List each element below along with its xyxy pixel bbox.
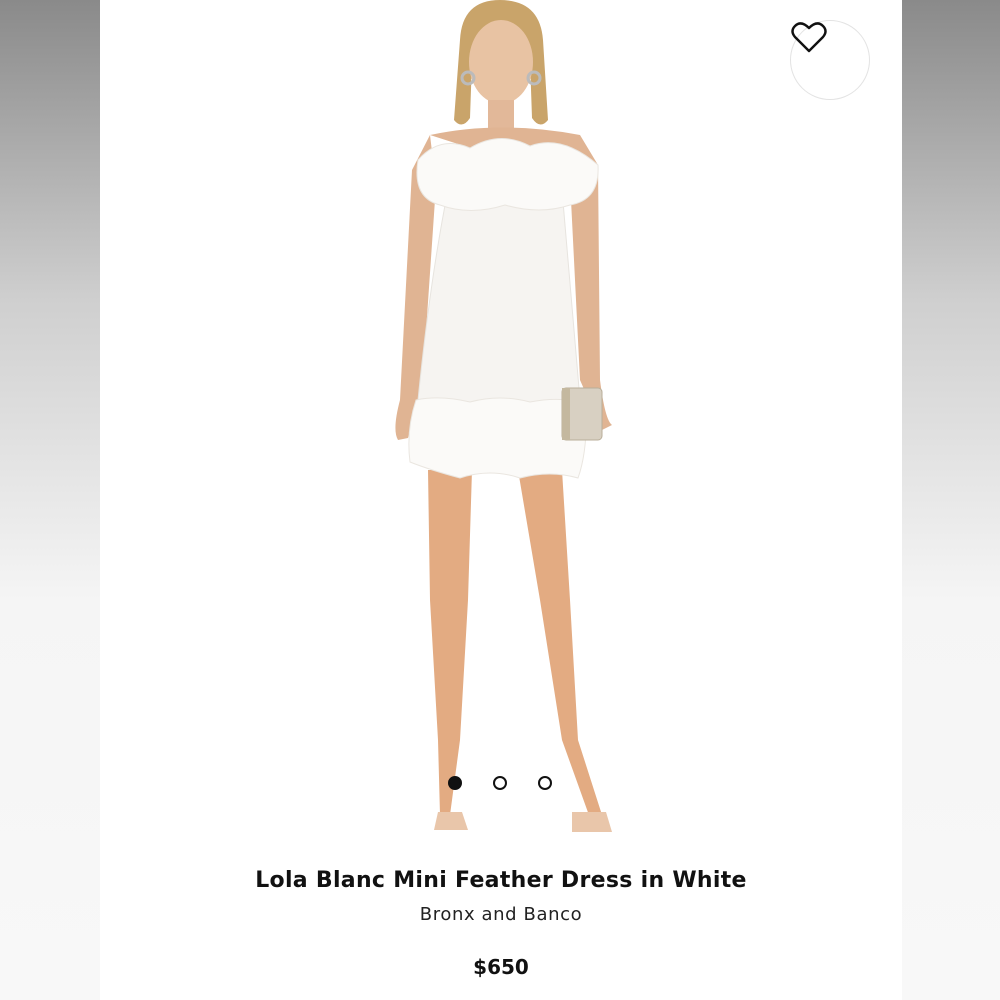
left-backdrop: [0, 0, 100, 1000]
product-image[interactable]: [100, 0, 902, 855]
product-card: Lola Blanc Mini Feather Dress in White B…: [100, 0, 902, 1000]
carousel-dot-3[interactable]: [538, 776, 552, 790]
product-brand[interactable]: Bronx and Banco: [100, 904, 902, 925]
product-price: $650: [473, 955, 529, 979]
product-title[interactable]: Lola Blanc Mini Feather Dress in White: [100, 868, 902, 893]
carousel-dot-2[interactable]: [493, 776, 507, 790]
right-backdrop: [902, 0, 1000, 1000]
favorite-button[interactable]: [790, 20, 870, 100]
model-illustration: [395, 0, 612, 832]
carousel-indicator: [448, 776, 552, 790]
heart-icon: [791, 22, 827, 53]
carousel-dot-1[interactable]: [448, 776, 462, 790]
